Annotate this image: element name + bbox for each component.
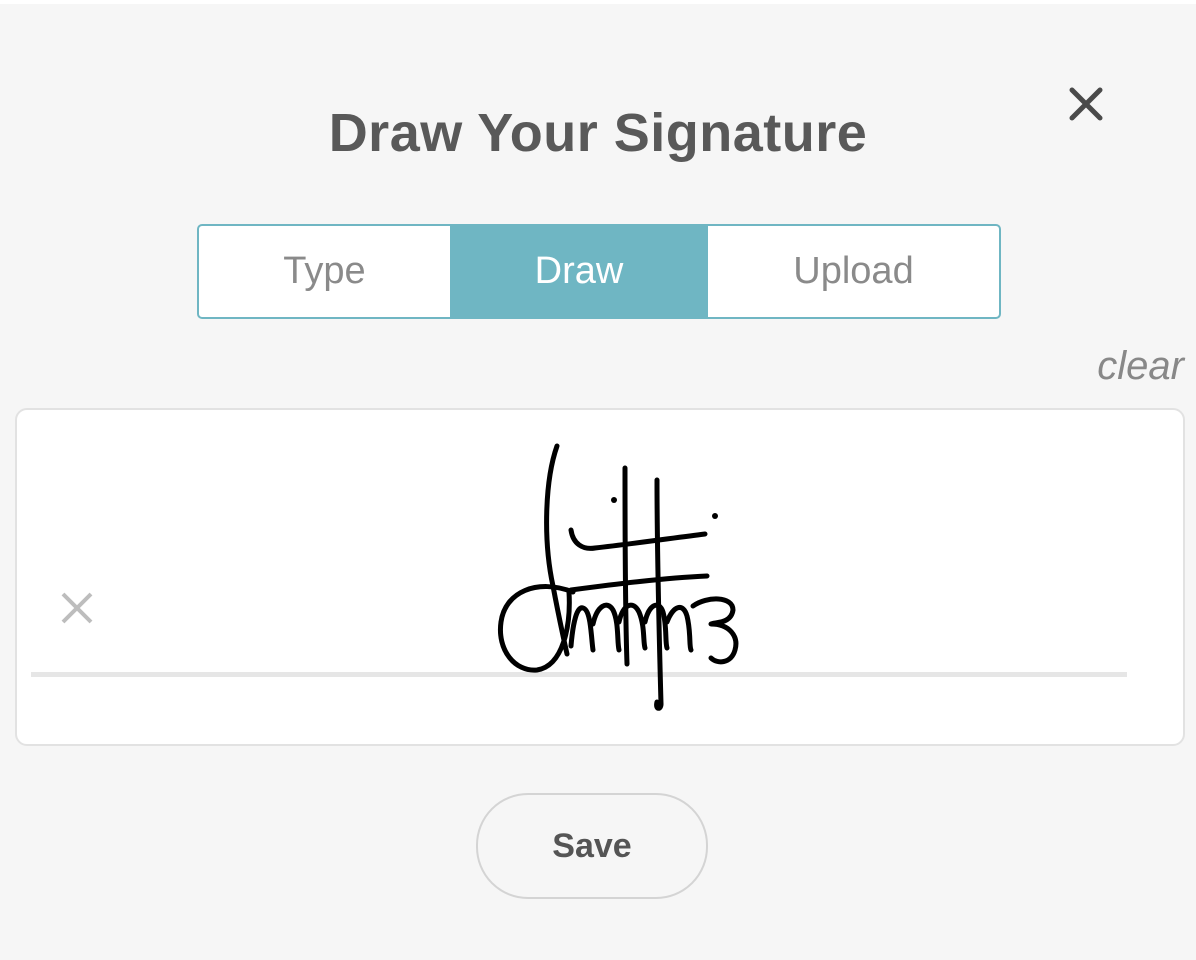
save-button[interactable]: Save bbox=[476, 793, 708, 899]
clear-link[interactable]: clear bbox=[1097, 344, 1184, 389]
signature-dialog: Draw Your Signature Type Draw Upload cle… bbox=[0, 4, 1196, 960]
signature-drawing bbox=[497, 443, 739, 711]
tab-type[interactable]: Type bbox=[199, 226, 450, 317]
tab-upload[interactable]: Upload bbox=[708, 226, 999, 317]
signature-pad[interactable] bbox=[15, 408, 1185, 746]
signature-mode-tabs: Type Draw Upload bbox=[197, 224, 1001, 319]
dialog-title: Draw Your Signature bbox=[328, 103, 868, 163]
tab-draw[interactable]: Draw bbox=[450, 226, 708, 317]
